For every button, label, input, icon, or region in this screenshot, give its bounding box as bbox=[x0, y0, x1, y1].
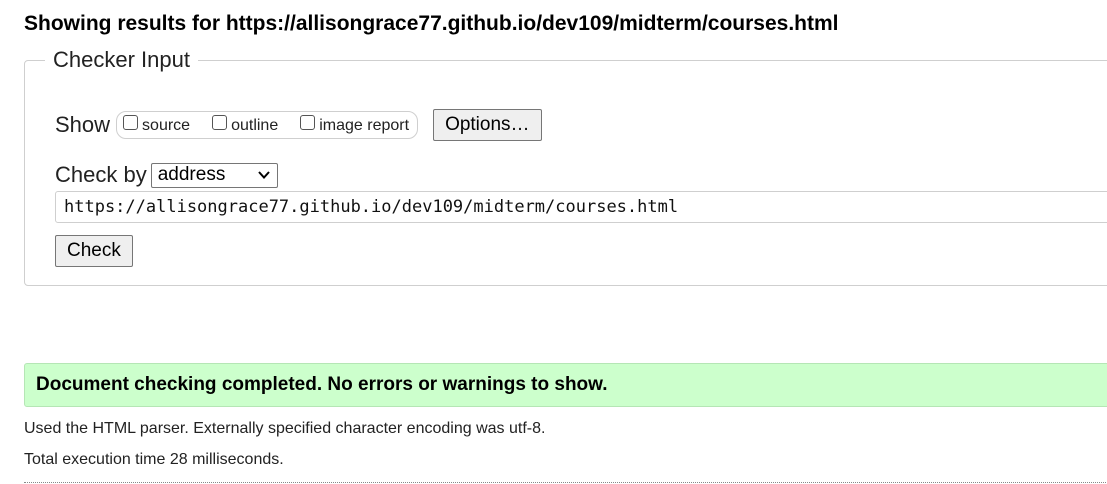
check-by-row: Check by address bbox=[55, 161, 278, 189]
source-checkbox[interactable] bbox=[123, 114, 139, 130]
checker-input-legend: Checker Input bbox=[45, 48, 198, 72]
parser-info: Used the HTML parser. Externally specifi… bbox=[24, 420, 546, 437]
check-by-select[interactable]: address bbox=[150, 162, 278, 188]
show-options-row: Show source outline image report Options… bbox=[55, 108, 542, 142]
options-button[interactable]: Options… bbox=[433, 109, 542, 141]
check-by-label: Check by bbox=[55, 162, 147, 187]
url-input[interactable]: https://allisongrace77.github.io/dev109/… bbox=[55, 191, 1107, 223]
show-source-option[interactable]: source bbox=[123, 114, 191, 135]
show-checkbox-group: source outline image report bbox=[116, 111, 419, 139]
image-report-checkbox-label: image report bbox=[319, 117, 410, 134]
execution-time: Total execution time 28 milliseconds. bbox=[24, 451, 284, 468]
success-banner: Document checking completed. No errors o… bbox=[24, 363, 1107, 407]
page-title: Showing results for https://allisongrace… bbox=[24, 12, 839, 35]
outline-checkbox[interactable] bbox=[212, 114, 228, 130]
source-checkbox-label: source bbox=[142, 117, 191, 134]
show-outline-option[interactable]: outline bbox=[212, 114, 279, 135]
footer-divider bbox=[24, 482, 1107, 483]
check-button[interactable]: Check bbox=[55, 235, 133, 267]
checker-input-fieldset: Checker Input Show source outline image … bbox=[24, 48, 1107, 286]
show-label: Show bbox=[55, 112, 111, 137]
check-by-selected-value: address bbox=[157, 164, 226, 185]
image-report-checkbox[interactable] bbox=[300, 114, 316, 130]
chevron-down-icon bbox=[257, 171, 270, 179]
show-image-report-option[interactable]: image report bbox=[300, 114, 410, 135]
outline-checkbox-label: outline bbox=[231, 117, 279, 134]
